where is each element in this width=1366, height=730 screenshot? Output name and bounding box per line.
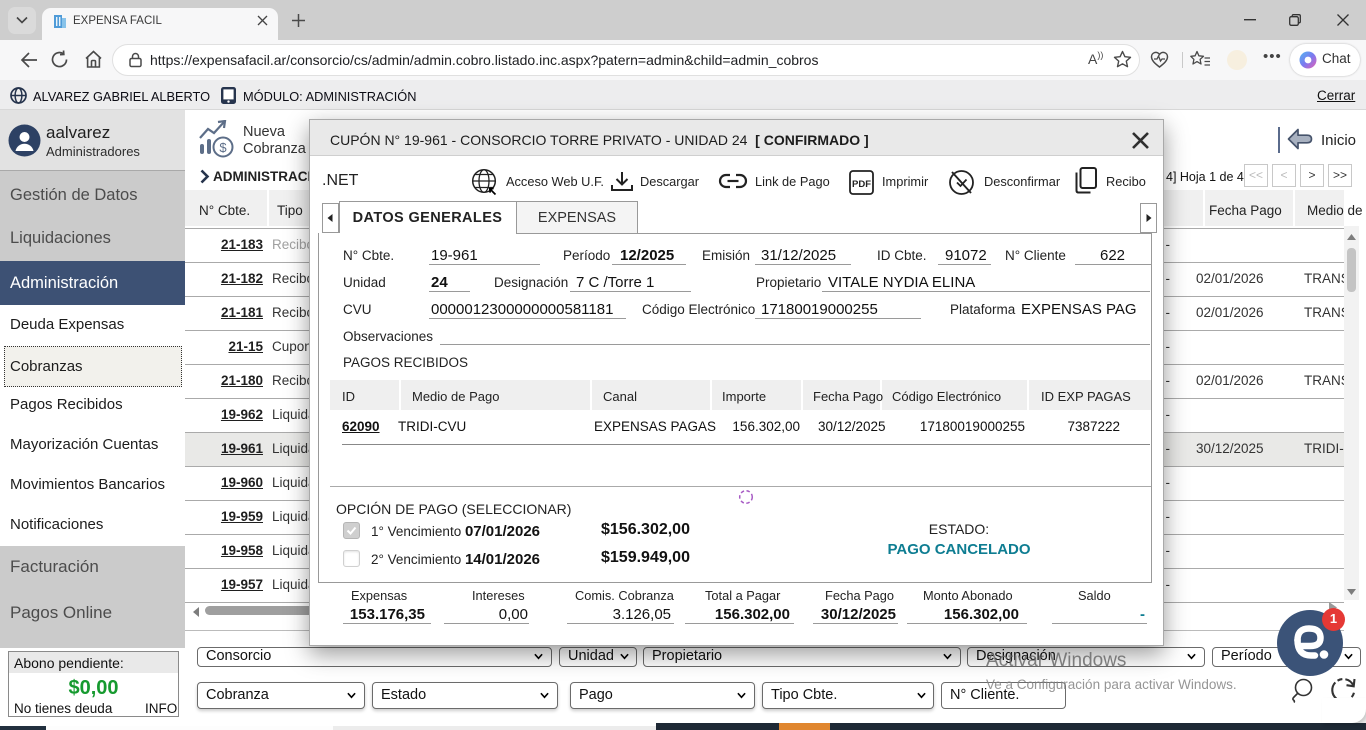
svg-text:PDF: PDF — [852, 179, 871, 190]
svg-text:$: $ — [219, 140, 227, 155]
